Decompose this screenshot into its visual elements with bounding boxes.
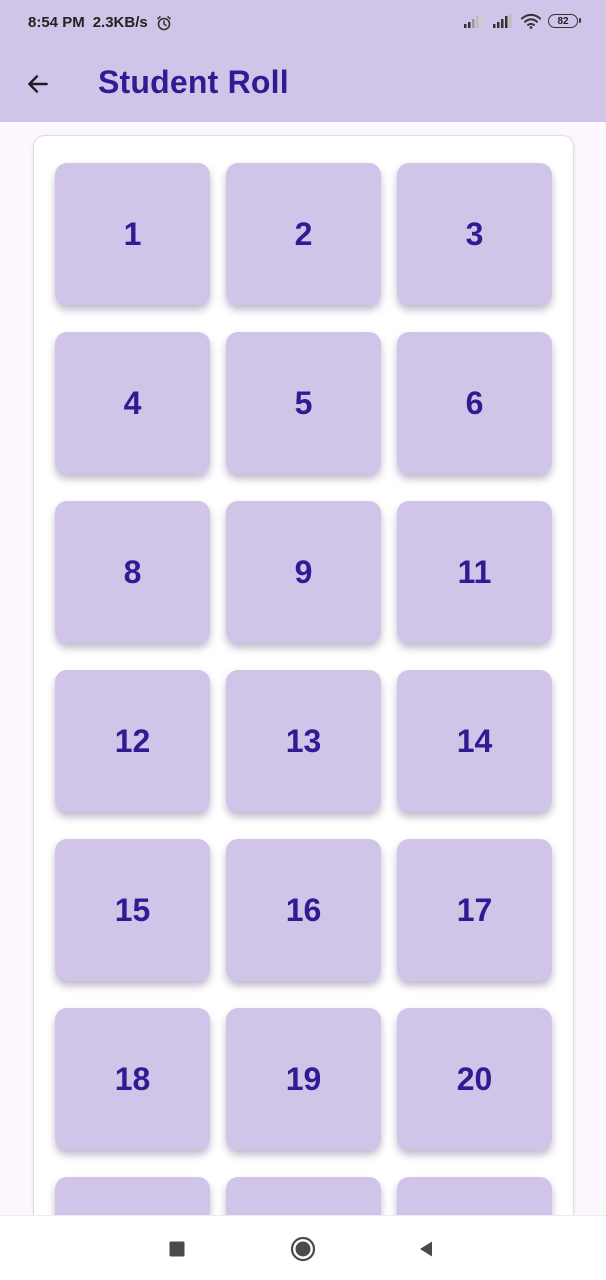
back-button[interactable]	[16, 62, 60, 106]
roll-tile[interactable]: 9	[226, 501, 381, 643]
roll-tile[interactable]: 20	[397, 1008, 552, 1150]
roll-tile[interactable]: 16	[226, 839, 381, 981]
wifi-icon	[521, 13, 541, 29]
roll-tile[interactable]: 12	[55, 670, 210, 812]
recents-button[interactable]	[163, 1235, 191, 1263]
roll-tile[interactable]: 17	[397, 839, 552, 981]
roll-tile[interactable]: 18	[55, 1008, 210, 1150]
roll-tile[interactable]: 14	[397, 670, 552, 812]
scroll-content[interactable]: 1 2 3 4 5 6 8 9 11 12 13 14 15 16 17 18 …	[0, 122, 606, 1215]
roll-tile[interactable]: 8	[55, 501, 210, 643]
circle-icon	[290, 1236, 316, 1262]
page-title: Student Roll	[98, 64, 289, 100]
status-net-speed: 2.3KB/s	[92, 14, 148, 31]
square-icon	[169, 1241, 185, 1257]
roll-tile[interactable]: 6	[397, 332, 552, 474]
roll-tile[interactable]: 4	[55, 332, 210, 474]
app-header: 8:54 PM 2.3KB/s 82 Student Roll	[0, 0, 606, 122]
signal-icon	[464, 14, 483, 28]
alarm-clock-icon	[156, 15, 171, 30]
roll-tile[interactable]: 2	[226, 163, 381, 305]
roll-tile[interactable]: 1	[55, 163, 210, 305]
roll-grid: 1 2 3 4 5 6 8 9 11 12 13 14 15 16 17 18 …	[55, 163, 552, 1215]
roll-tile[interactable]: 13	[226, 670, 381, 812]
roll-tile[interactable]	[397, 1177, 552, 1215]
roll-card: 1 2 3 4 5 6 8 9 11 12 13 14 15 16 17 18 …	[33, 135, 574, 1215]
roll-tile[interactable]: 3	[397, 163, 552, 305]
roll-tile[interactable]: 19	[226, 1008, 381, 1150]
status-time: 8:54 PM	[28, 14, 85, 31]
status-bar: 8:54 PM 2.3KB/s 82	[0, 0, 606, 46]
roll-tile[interactable]: 11	[397, 501, 552, 643]
signal-icon	[493, 14, 512, 28]
battery-icon: 82	[548, 14, 581, 28]
battery-level: 82	[557, 15, 569, 27]
roll-tile[interactable]: 15	[55, 839, 210, 981]
arrow-back-icon	[28, 75, 48, 93]
system-nav-bar	[0, 1215, 606, 1280]
roll-tile[interactable]: 5	[226, 332, 381, 474]
triangle-back-icon	[420, 1241, 432, 1257]
status-left: 8:54 PM 2.3KB/s	[28, 14, 172, 31]
home-button[interactable]	[289, 1235, 317, 1263]
app-bar: Student Roll	[0, 46, 606, 122]
roll-tile[interactable]	[226, 1177, 381, 1215]
roll-tile[interactable]	[55, 1177, 210, 1215]
system-back-button[interactable]	[412, 1235, 440, 1263]
status-right: 82	[463, 13, 581, 29]
